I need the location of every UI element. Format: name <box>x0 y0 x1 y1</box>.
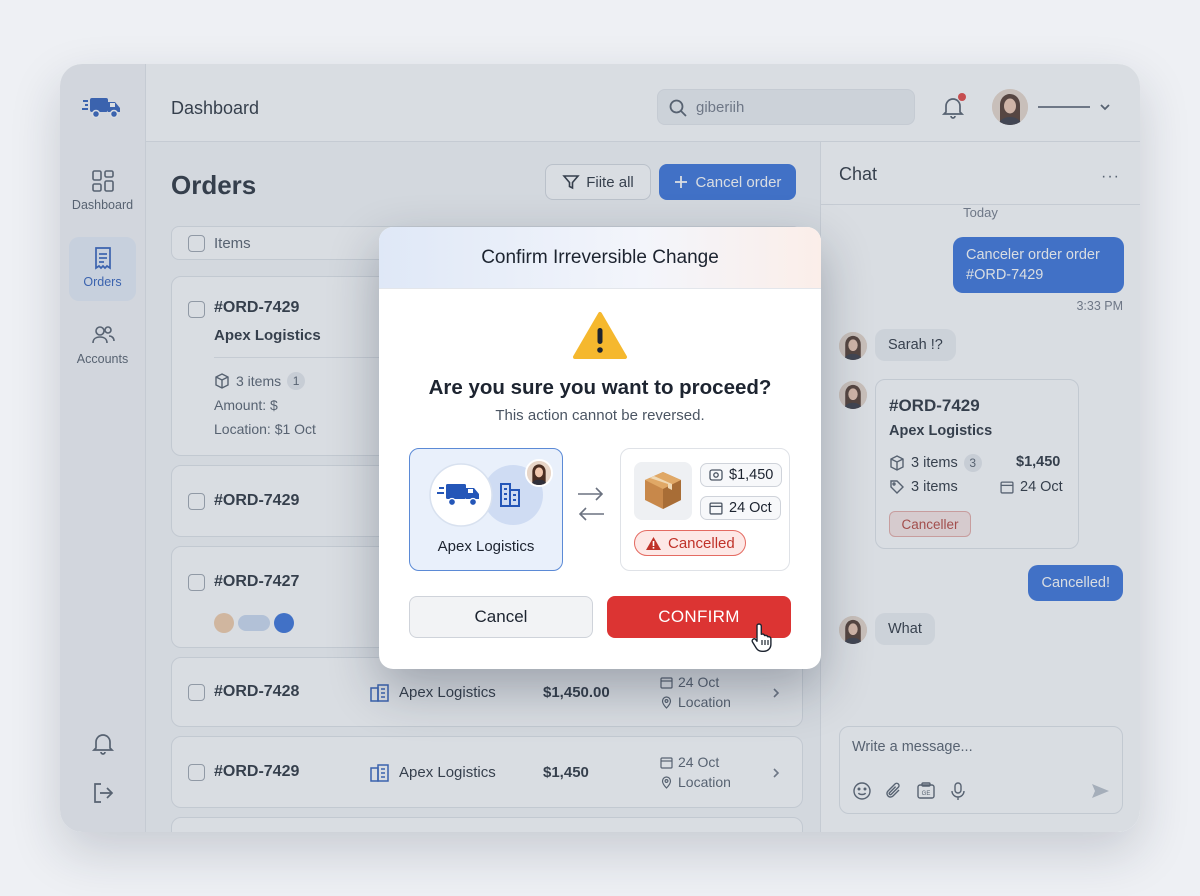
warning-icon <box>573 312 627 359</box>
company-name: Apex Logistics <box>437 538 535 555</box>
cancel-button[interactable]: Cancel <box>409 596 593 638</box>
package-icon <box>645 472 681 509</box>
dialog-question: Are you sure you want to proceed? <box>428 376 772 399</box>
order-panel: $1,450 24 Oct Cancelled <box>620 448 790 571</box>
confirm-dialog: Confirm Irreversible Change Are you sure… <box>379 227 821 669</box>
status-badge: Cancelled <box>634 530 746 556</box>
contact-avatar-image <box>527 461 551 485</box>
dialog-subtitle: This action cannot be reversed. <box>495 407 705 424</box>
company-panel: Apex Logistics <box>409 448 563 571</box>
hand-cursor-icon <box>751 623 772 652</box>
calendar-icon <box>709 502 723 515</box>
status-text: Cancelled <box>668 534 735 552</box>
money-icon <box>709 469 723 481</box>
contact-avatar <box>525 459 553 487</box>
amount-value: $1,450 <box>729 467 774 483</box>
alert-triangle-icon <box>646 536 661 550</box>
date-value: 24 Oct <box>729 500 772 516</box>
date-chip: 24 Oct <box>700 496 781 520</box>
swap-arrows-icon <box>578 487 604 521</box>
dialog-title: Confirm Irreversible Change <box>379 227 821 289</box>
amount-chip: $1,450 <box>700 463 783 487</box>
package-thumb <box>634 462 692 520</box>
